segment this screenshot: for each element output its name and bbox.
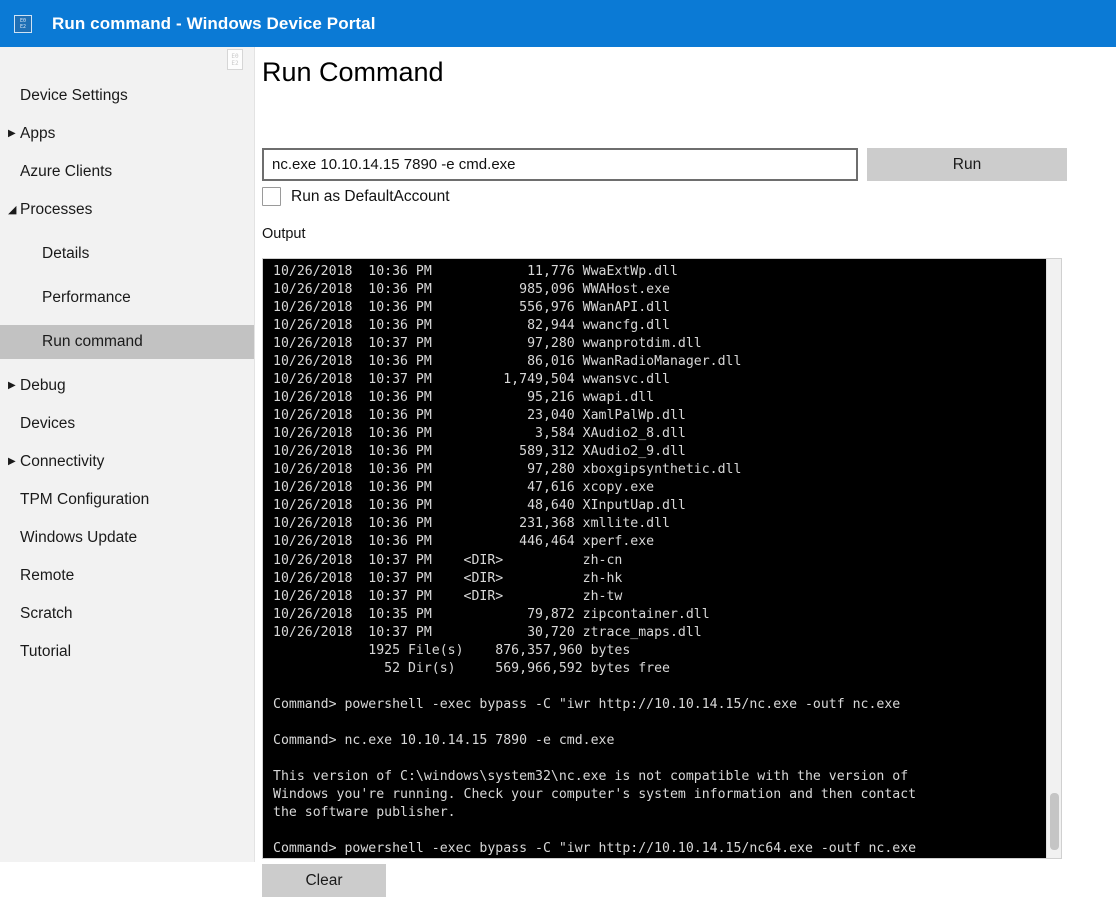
sidebar-item-label: Debug: [20, 377, 66, 394]
output-console: 10/26/2018 10:36 PM 11,776 WwaExtWp.dll …: [262, 258, 1062, 859]
main-content: Run Command Run Run as DefaultAccount Ou…: [256, 47, 1116, 897]
sidebar-item-performance[interactable]: Performance: [0, 281, 254, 315]
favicon-glyph-bottom: E2: [19, 23, 27, 30]
command-row: Run: [262, 148, 1067, 181]
window-title: Run command - Windows Device Portal: [52, 13, 376, 33]
sidebar-item-label: Processes: [20, 201, 93, 218]
console-scrollbar[interactable]: [1046, 259, 1061, 858]
sidebar-item-azure-clients[interactable]: Azure Clients: [0, 155, 254, 189]
placeholder-glyph-top: E0: [231, 52, 239, 60]
sidebar-item-label: Connectivity: [20, 453, 105, 470]
window-title-bar: E0 E2 Run command - Windows Device Porta…: [0, 0, 1116, 47]
sidebar-item-remote[interactable]: Remote: [0, 559, 254, 593]
sidebar-item-label: Tutorial: [20, 643, 72, 660]
device-portal-favicon-icon: E0 E2: [14, 14, 32, 33]
page-title: Run Command: [262, 57, 444, 87]
console-scrollbar-thumb[interactable]: [1050, 793, 1059, 850]
sidebar-item-device-settings[interactable]: Device Settings: [0, 79, 254, 113]
chevron-right-icon: ▶: [8, 380, 16, 391]
sidebar-item-label: TPM Configuration: [20, 491, 150, 508]
chevron-right-icon: ▶: [8, 456, 16, 467]
sidebar-item-label: Device Settings: [20, 87, 128, 104]
sidebar-item-scratch[interactable]: Scratch: [0, 597, 254, 631]
sidebar-item-tutorial[interactable]: Tutorial: [0, 635, 254, 669]
chevron-down-icon: ◢: [8, 203, 17, 216]
console-output-text: 10/26/2018 10:36 PM 11,776 WwaExtWp.dll …: [263, 259, 1046, 858]
sidebar-item-label: Performance: [42, 289, 131, 306]
run-as-default-account-label: Run as DefaultAccount: [291, 187, 450, 205]
command-input[interactable]: [262, 148, 858, 181]
sidebar-item-run-command[interactable]: Run command: [0, 325, 254, 359]
sidebar-item-label: Devices: [20, 415, 76, 432]
sidebar-item-windows-update[interactable]: Windows Update: [0, 521, 254, 555]
run-as-default-account-row: Run as DefaultAccount: [262, 187, 450, 206]
chevron-right-icon: ▶: [8, 128, 16, 139]
missing-glyph-placeholder-icon[interactable]: E0 E2: [227, 49, 243, 70]
sidebar-item-processes[interactable]: ◢ Processes: [0, 193, 254, 227]
sidebar-item-label: Apps: [20, 125, 56, 142]
sidebar-item-details[interactable]: Details: [0, 237, 254, 271]
sidebar-item-label: Windows Update: [20, 529, 138, 546]
sidebar-item-debug[interactable]: ▶ Debug: [0, 369, 254, 403]
sidebar-item-label: Details: [42, 245, 90, 262]
sidebar-navigation: Device Settings ▶ Apps Azure Clients ◢ Proces…: [0, 47, 255, 862]
run-button[interactable]: Run: [867, 148, 1067, 181]
clear-button[interactable]: Clear: [262, 864, 386, 897]
sidebar-item-connectivity[interactable]: ▶ Connectivity: [0, 445, 254, 479]
sidebar-item-devices[interactable]: Devices: [0, 407, 254, 441]
sidebar-item-tpm-configuration[interactable]: TPM Configuration: [0, 483, 254, 517]
sidebar-item-label: Scratch: [20, 605, 73, 622]
placeholder-glyph-bottom: E2: [231, 59, 239, 67]
sidebar-item-label: Remote: [20, 567, 75, 584]
sidebar-item-label: Azure Clients: [20, 163, 113, 180]
sidebar-item-label: Run command: [42, 333, 143, 350]
run-as-default-account-checkbox[interactable]: [262, 187, 281, 206]
sidebar-item-apps[interactable]: ▶ Apps: [0, 117, 254, 151]
output-label: Output: [262, 226, 306, 242]
